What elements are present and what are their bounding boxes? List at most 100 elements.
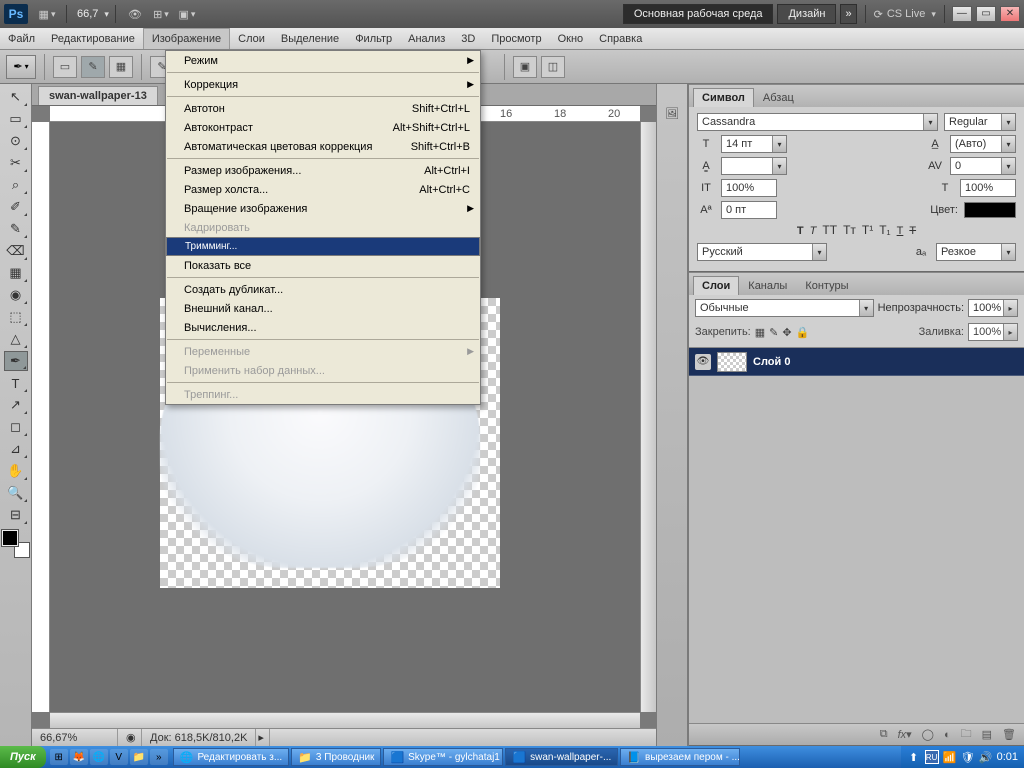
document-tab[interactable]: swan-wallpaper-13: [38, 86, 158, 105]
ql-icon[interactable]: 🌐: [90, 749, 108, 765]
opacity-input[interactable]: 100%▸: [968, 299, 1018, 317]
subscript-button[interactable]: T₁: [879, 223, 890, 237]
tool-button[interactable]: ↗: [4, 395, 28, 415]
tool-button[interactable]: ✎: [4, 219, 28, 239]
menu-изображение[interactable]: Изображение: [143, 28, 230, 49]
status-docsize[interactable]: Док: 618,5K/810,2K: [142, 729, 256, 746]
lock-position-icon[interactable]: ✥: [782, 326, 791, 339]
workspace-more-button[interactable]: »: [840, 4, 856, 24]
menu-файл[interactable]: Файл: [0, 28, 43, 49]
tray-icon[interactable]: ⬆: [907, 750, 921, 764]
adjustment-icon[interactable]: ◐: [944, 729, 951, 741]
workspace-essentials-button[interactable]: Основная рабочая среда: [623, 4, 774, 24]
path-mode-path-icon[interactable]: ✎: [81, 56, 105, 78]
menuitem[interactable]: Вычисления...: [166, 318, 480, 337]
menu-окно[interactable]: Окно: [550, 28, 592, 49]
menuitem[interactable]: Создать дубликат...: [166, 280, 480, 299]
tool-button[interactable]: T: [4, 373, 28, 393]
menu-редактирование[interactable]: Редактирование: [43, 28, 143, 49]
taskbar-button[interactable]: 📁3 Проводник: [291, 748, 381, 766]
cslive-icon[interactable]: ⟳ CS Live ▾: [874, 4, 936, 24]
superscript-button[interactable]: T¹: [862, 223, 873, 237]
ql-icon[interactable]: 📁: [130, 749, 148, 765]
ql-icon[interactable]: ⊞: [50, 749, 68, 765]
menuitem[interactable]: Размер холста...Alt+Ctrl+C: [166, 180, 480, 199]
text-color-swatch[interactable]: [964, 202, 1016, 218]
tool-button[interactable]: ▭: [4, 109, 28, 129]
layer-row[interactable]: 👁 Слой 0: [689, 348, 1024, 376]
menuitem[interactable]: Внешний канал...: [166, 299, 480, 318]
new-layer-icon[interactable]: ▤: [982, 728, 992, 741]
tool-button[interactable]: ◉: [4, 285, 28, 305]
tool-button[interactable]: 🔍: [4, 483, 28, 503]
status-arrow-icon[interactable]: ▸: [256, 729, 270, 746]
menu-3d[interactable]: 3D: [453, 28, 483, 49]
tool-button[interactable]: ⊟: [4, 505, 28, 525]
tab-character[interactable]: Символ: [693, 88, 754, 107]
menu-анализ[interactable]: Анализ: [400, 28, 453, 49]
tool-button[interactable]: △: [4, 329, 28, 349]
blend-mode-select[interactable]: Обычные▾: [695, 299, 874, 317]
strike-button[interactable]: T: [909, 223, 916, 237]
tool-button[interactable]: ✂: [4, 153, 28, 173]
kerning-select[interactable]: ▾: [721, 157, 787, 175]
status-whirl-icon[interactable]: ◉: [118, 729, 142, 746]
maximize-button[interactable]: ▭: [976, 6, 996, 22]
trash-icon[interactable]: 🗑: [1002, 728, 1016, 741]
menuitem[interactable]: Тримминг...: [166, 237, 480, 256]
scrollbar-vertical[interactable]: [640, 122, 656, 712]
menu-выделение[interactable]: Выделение: [273, 28, 347, 49]
language-select[interactable]: Русский▾: [697, 243, 827, 261]
path-mode-fill-icon[interactable]: ▦: [109, 56, 133, 78]
menu-справка[interactable]: Справка: [591, 28, 650, 49]
menuitem[interactable]: АвтоконтрастAlt+Shift+Ctrl+L: [166, 118, 480, 137]
antialias-select[interactable]: Резкое▾: [936, 243, 1016, 261]
taskbar-button[interactable]: 🌐Редактировать з...: [173, 748, 289, 766]
smallcaps-button[interactable]: Tᴛ: [843, 223, 856, 237]
workspace-design-button[interactable]: Дизайн: [777, 4, 836, 24]
bridge-icon[interactable]: ▦▾: [36, 4, 58, 24]
tab-paragraph[interactable]: Абзац: [754, 88, 803, 107]
path-op1-icon[interactable]: ▣: [513, 56, 537, 78]
tool-button[interactable]: ⌕: [4, 175, 28, 195]
fx-icon[interactable]: fx▾: [898, 728, 912, 741]
menuitem[interactable]: АвтотонShift+Ctrl+L: [166, 99, 480, 118]
screen-mode-icon[interactable]: ▣▾: [176, 4, 198, 24]
fontsize-select[interactable]: 14 пт▾: [721, 135, 787, 153]
path-op2-icon[interactable]: ◫: [541, 56, 565, 78]
status-zoom[interactable]: 66,67%: [32, 729, 118, 746]
start-button[interactable]: Пуск: [0, 746, 46, 768]
ql-icon[interactable]: 🦊: [70, 749, 88, 765]
tray-icon[interactable]: 📶: [943, 750, 957, 764]
taskbar-button[interactable]: 📘вырезаем пером - ...: [620, 748, 740, 766]
arrange-docs-icon[interactable]: ⊞▾: [150, 4, 172, 24]
menu-слои[interactable]: Слои: [230, 28, 273, 49]
tab-paths[interactable]: Контуры: [796, 276, 857, 295]
layer-name[interactable]: Слой 0: [753, 356, 790, 368]
tab-channels[interactable]: Каналы: [739, 276, 796, 295]
tool-button[interactable]: ⊿: [4, 439, 28, 459]
tool-button[interactable]: ✐: [4, 197, 28, 217]
minimize-button[interactable]: —: [952, 6, 972, 22]
tool-button[interactable]: ◻: [4, 417, 28, 437]
menuitem[interactable]: Показать все: [166, 256, 480, 275]
vscale-input[interactable]: 100%: [721, 179, 777, 197]
menuitem[interactable]: Режим▶: [166, 51, 480, 70]
layer-thumbnail[interactable]: [717, 352, 747, 372]
tool-button[interactable]: ⌫: [4, 241, 28, 261]
visibility-icon[interactable]: 👁: [695, 354, 711, 370]
collapsed-panel-icon[interactable]: 🖼: [661, 102, 683, 124]
leading-select[interactable]: (Авто)▾: [950, 135, 1016, 153]
ql-icon[interactable]: »: [150, 749, 168, 765]
group-icon[interactable]: 🗀: [961, 725, 972, 744]
fill-input[interactable]: 100%▸: [968, 323, 1018, 341]
mask-icon[interactable]: ◯: [922, 728, 934, 741]
tool-button[interactable]: ⬚: [4, 307, 28, 327]
scrollbar-horizontal[interactable]: [50, 712, 640, 728]
tool-button[interactable]: ↖: [4, 87, 28, 107]
menu-фильтр[interactable]: Фильтр: [347, 28, 400, 49]
tool-button[interactable]: ⊙: [4, 131, 28, 151]
tool-button[interactable]: ✋: [4, 461, 28, 481]
hscale-input[interactable]: 100%: [960, 179, 1016, 197]
underline-button[interactable]: T: [897, 223, 904, 237]
